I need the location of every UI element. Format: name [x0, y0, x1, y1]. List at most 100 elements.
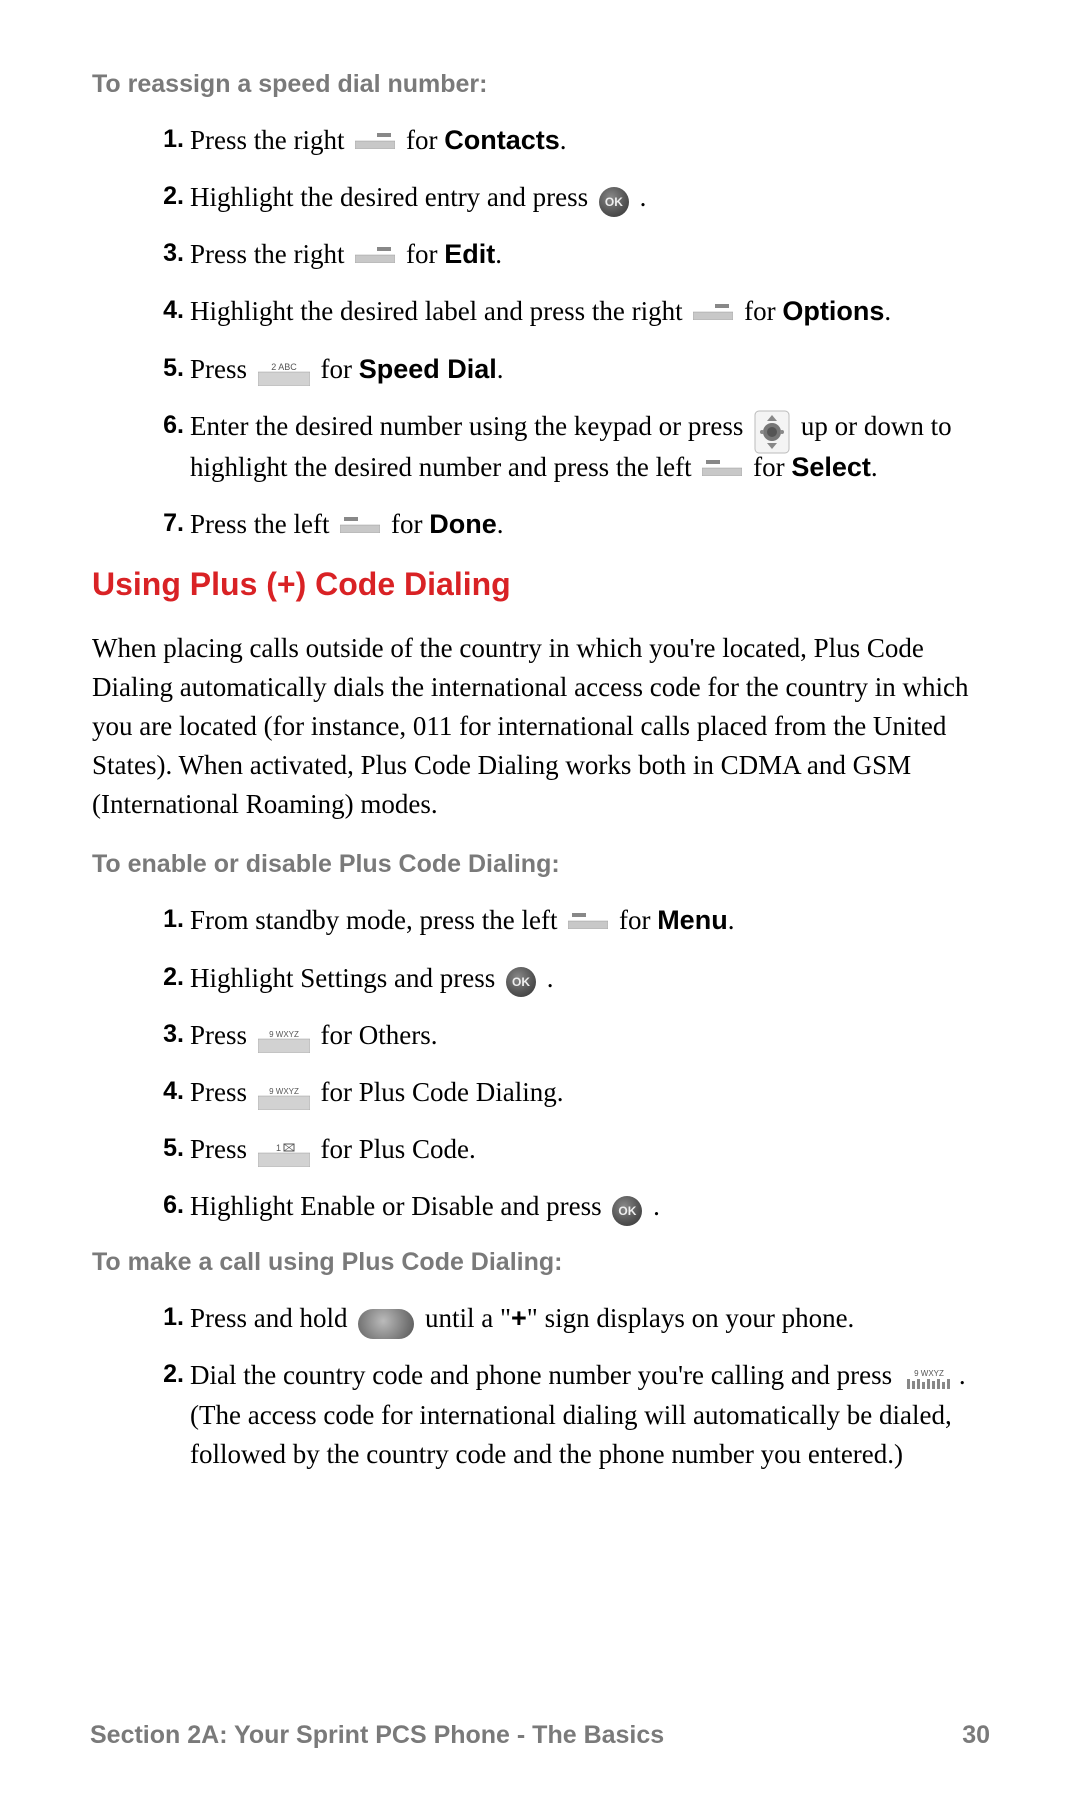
step-number: 2.: [150, 1356, 184, 1392]
step-text: .: [495, 239, 502, 269]
svg-text:9 WXYZ: 9 WXYZ: [914, 1369, 944, 1378]
step-number: 2.: [150, 959, 184, 995]
step-text: for: [391, 509, 429, 539]
step-bold: Contacts: [444, 125, 560, 155]
key-9-icon: 9 WXYZ: [258, 1084, 310, 1110]
step-text: .: [884, 296, 891, 326]
step: 7. Press the left for Done.: [150, 505, 990, 544]
step-bold: Speed Dial: [359, 354, 497, 384]
step-number: 4.: [150, 1073, 184, 1109]
step-text: .: [547, 963, 554, 993]
steps-call: 1. Press and hold until a "+" sign displ…: [90, 1299, 990, 1474]
step-text: Enter the desired number using the keypa…: [190, 411, 750, 441]
step-text: Press: [190, 354, 254, 384]
step-text: " sign displays on your phone.: [527, 1303, 855, 1333]
step: 2. Highlight the desired entry and press…: [150, 178, 990, 217]
step-text: for: [619, 905, 657, 935]
step: 1. From standby mode, press the left for…: [150, 901, 990, 940]
step-number: 7.: [150, 505, 184, 541]
step: 1. Press the right for Contacts.: [150, 121, 990, 160]
heading-enable: To enable or disable Plus Code Dialing:: [92, 850, 990, 879]
step-text: Highlight Enable or Disable and press: [190, 1191, 608, 1221]
nav-icon: [754, 410, 790, 454]
step-number: 5.: [150, 350, 184, 386]
step: 1. Press and hold until a "+" sign displ…: [150, 1299, 990, 1338]
svg-text:1: 1: [276, 1143, 281, 1153]
step-text: Press: [190, 1134, 254, 1164]
step-text: Press the right: [190, 125, 351, 155]
ok-icon: OK: [612, 1196, 642, 1226]
ok-icon: OK: [599, 187, 629, 217]
step: 6. Highlight Enable or Disable and press…: [150, 1187, 990, 1226]
steps-reassign: 1. Press the right for Contacts. 2. High…: [90, 121, 990, 544]
key-2-icon: 2 ABC: [258, 360, 310, 386]
step-text: .: [871, 452, 878, 482]
step-text: for: [744, 296, 782, 326]
softkey-icon: [355, 133, 395, 149]
footer-page-number: 30: [962, 1721, 990, 1750]
step-number: 4.: [150, 292, 184, 328]
step-text: Dial the country code and phone number y…: [190, 1360, 899, 1390]
ok-icon: OK: [506, 967, 536, 997]
step: 4. Press 9 WXYZ for Plus Code Dialing.: [150, 1073, 990, 1112]
step-text: until a ": [425, 1303, 511, 1333]
step-text: for Others.: [321, 1020, 438, 1050]
svg-text:9 WXYZ: 9 WXYZ: [269, 1030, 299, 1039]
svg-text:9 WXYZ: 9 WXYZ: [269, 1087, 299, 1096]
step-text: Highlight the desired label and press th…: [190, 296, 689, 326]
step-text: for Plus Code Dialing.: [321, 1077, 564, 1107]
steps-enable: 1. From standby mode, press the left for…: [90, 901, 990, 1226]
page-footer: Section 2A: Your Sprint PCS Phone - The …: [0, 1721, 1080, 1750]
step-text: Press the right: [190, 239, 351, 269]
step-text: for Plus Code.: [321, 1134, 476, 1164]
step-number: 2.: [150, 178, 184, 214]
step-bold: Edit: [444, 239, 495, 269]
step: 4. Highlight the desired label and press…: [150, 292, 990, 331]
heading-make-call: To make a call using Plus Code Dialing:: [92, 1248, 990, 1277]
footer-section: Section 2A: Your Sprint PCS Phone - The …: [90, 1721, 664, 1749]
step-text: Highlight Settings and press: [190, 963, 502, 993]
step-number: 6.: [150, 407, 184, 443]
softkey-icon: [568, 913, 608, 929]
step-text: From standby mode, press the left: [190, 905, 564, 935]
step-text: .: [640, 182, 647, 212]
step-text: for: [753, 452, 791, 482]
zero-key-icon: [358, 1309, 414, 1339]
step-bold: Options: [782, 296, 884, 326]
step-number: 3.: [150, 235, 184, 271]
step: 5. Press 1 for Plus Code.: [150, 1130, 990, 1169]
step-number: 5.: [150, 1130, 184, 1166]
softkey-icon: [355, 247, 395, 263]
step-text: .: [497, 354, 504, 384]
softkey-icon: [340, 517, 380, 533]
step-text: Press: [190, 1077, 254, 1107]
svg-text:2 ABC: 2 ABC: [271, 362, 297, 372]
step: 3. Press the right for Edit.: [150, 235, 990, 274]
step-text: for: [406, 125, 444, 155]
softkey-icon: [693, 304, 733, 320]
step-text: .: [728, 905, 735, 935]
softkey-icon: [702, 460, 742, 476]
key-9-icon: 9 WXYZ: [258, 1027, 310, 1053]
step: 5. Press 2 ABC for Speed Dial.: [150, 350, 990, 389]
step-text: .: [653, 1191, 660, 1221]
step-bold: Done: [429, 509, 497, 539]
step-text: Press and hold: [190, 1303, 354, 1333]
section-title: Using Plus (+) Code Dialing: [92, 566, 990, 603]
step-number: 6.: [150, 1187, 184, 1223]
paragraph: When placing calls outside of the countr…: [92, 629, 990, 825]
step-text: Press the left: [190, 509, 336, 539]
talk-key-icon: 9 WXYZ: [903, 1367, 955, 1393]
step-text: .: [497, 509, 504, 539]
step-bold: +: [511, 1303, 527, 1333]
step: 2. Highlight Settings and press OK .: [150, 959, 990, 998]
step-text: Press: [190, 1020, 254, 1050]
step-text: Highlight the desired entry and press: [190, 182, 595, 212]
step-number: 3.: [150, 1016, 184, 1052]
step-text: for: [406, 239, 444, 269]
step-text: for: [321, 354, 359, 384]
step-number: 1.: [150, 901, 184, 937]
step-number: 1.: [150, 1299, 184, 1335]
step-number: 1.: [150, 121, 184, 157]
step: 6. Enter the desired number using the ke…: [150, 407, 990, 487]
